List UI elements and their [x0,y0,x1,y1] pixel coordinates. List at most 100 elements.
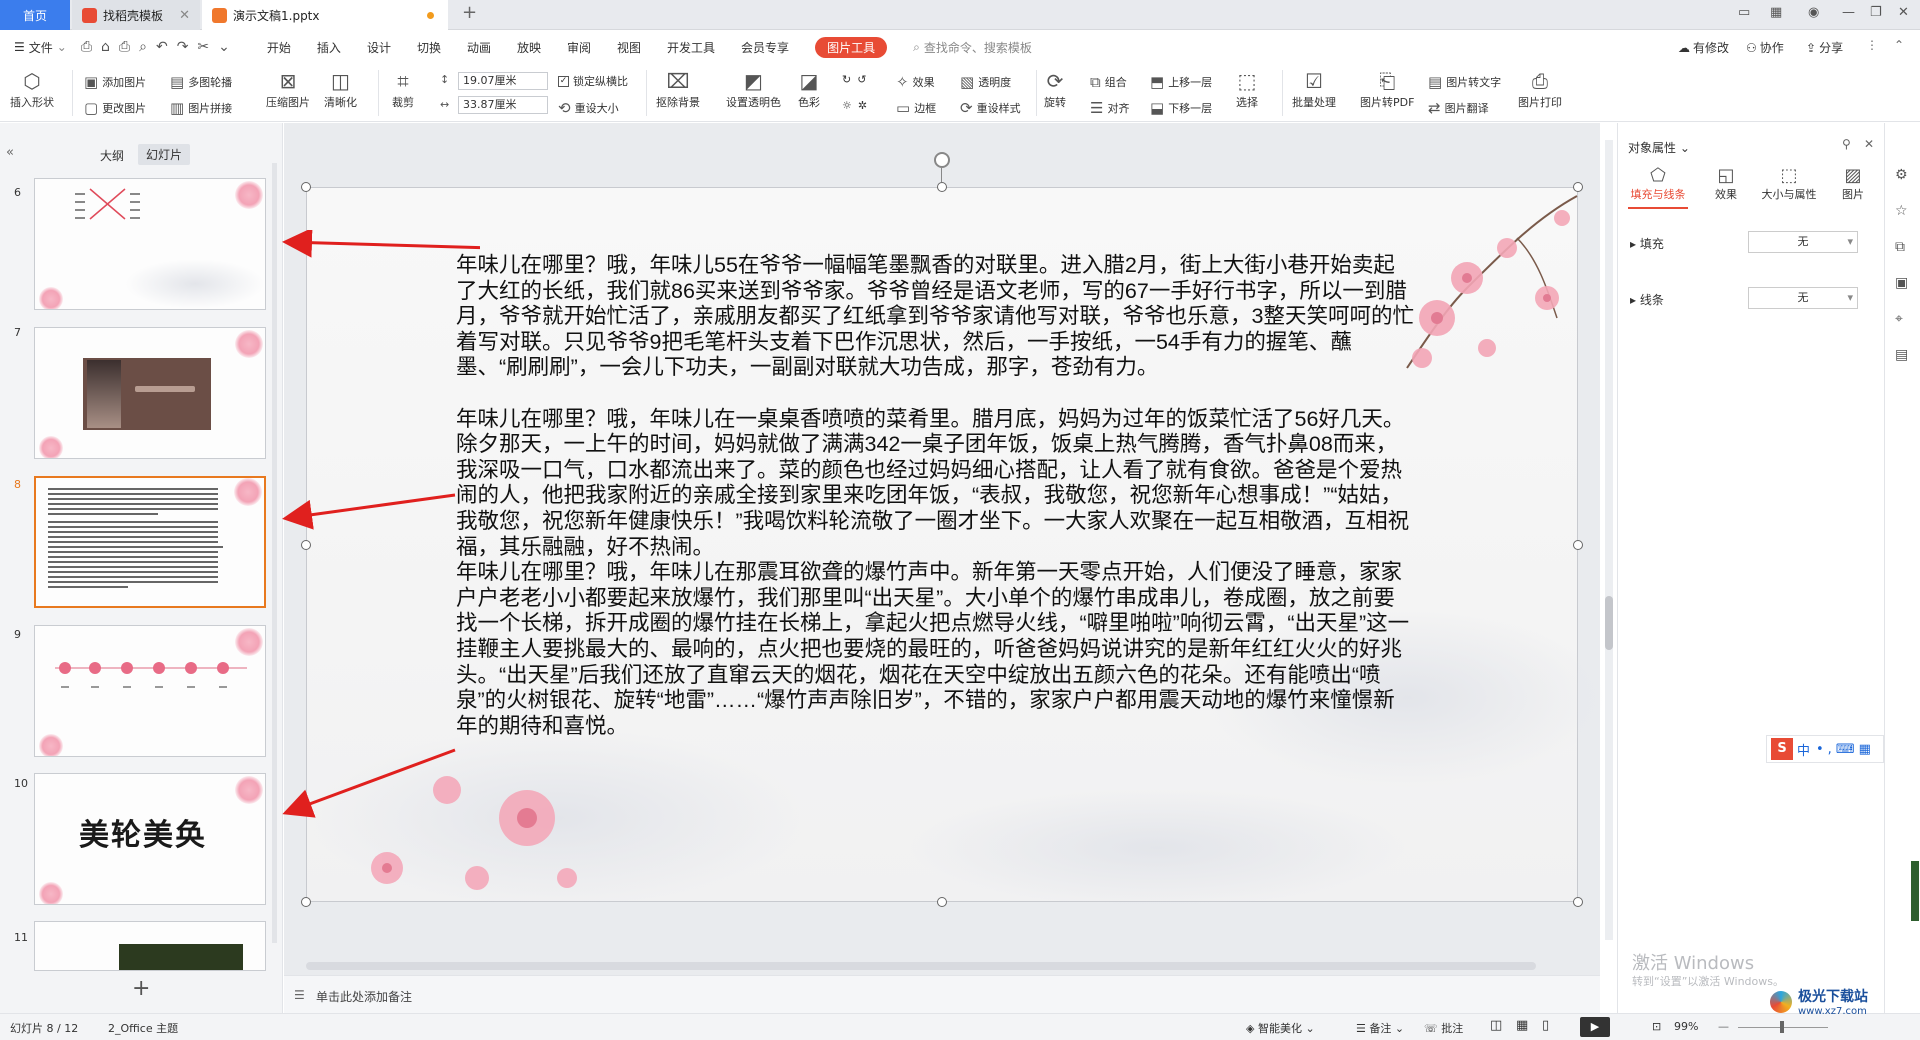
command-search[interactable]: ⌕ 查找命令、搜索模板 [913,39,1032,56]
height-input[interactable]: 33.87厘米 [458,96,548,114]
tab-slides[interactable]: 幻灯片 [138,144,191,165]
resize-handle-left[interactable] [301,540,311,550]
sorter-view-icon[interactable]: ▦ [1516,1018,1528,1033]
slide-thumbnail-9[interactable] [34,625,266,757]
send-backward-button[interactable]: ⬓ 下移一层 [1150,99,1212,117]
slide-thumbnail-8-selected[interactable] [34,476,266,608]
multi-outline-button[interactable]: ▤ 多图轮播 [170,73,232,91]
rotate-handle-icon[interactable] [934,152,950,168]
slide-thumbnail-11[interactable] [34,921,266,971]
menu-insert[interactable]: 插入 [317,39,341,56]
horizontal-scrollbar[interactable] [306,962,1536,970]
batch-button[interactable]: ☑ 批量处理 [1292,68,1336,110]
close-tab-icon[interactable]: ✕ [179,8,190,23]
zoom-out-icon[interactable]: — [1718,1020,1729,1033]
modified-status[interactable]: ☁ 有修改 [1678,39,1729,56]
add-slide-icon[interactable]: + [132,976,150,1001]
pane-title[interactable]: 对象属性 ⌄ [1628,139,1690,156]
menu-design[interactable]: 设计 [367,39,391,56]
to-pdf-button[interactable]: ⎗ 图片转PDF [1360,68,1414,110]
layout-icon[interactable]: ▭ [1738,5,1750,20]
location-icon[interactable]: ⌖ [1895,311,1903,327]
collapse-panel-icon[interactable]: « [6,145,14,160]
close-window-icon[interactable]: ✕ [1898,5,1909,20]
maximize-icon[interactable]: ❐ [1870,5,1882,20]
star-icon[interactable]: ☆ [1895,203,1908,219]
vertical-scrollbar-track[interactable] [1605,140,1613,940]
transparency-button[interactable]: ▧ 透明度 [960,73,1011,91]
print-button[interactable]: ⎙ 图片打印 [1518,68,1562,110]
border-button[interactable]: ▭ 边框 [896,99,936,117]
notes-area[interactable]: ☰ 单击此处添加备注 [284,975,1600,1013]
new-tab-icon[interactable]: + [462,2,477,23]
resize-handle-top-right[interactable] [1573,182,1583,192]
tab-effects[interactable]: ◱ 效果 [1696,165,1756,202]
rotate-adjust-icons[interactable]: ↻↺ [842,73,872,86]
slide-body-text[interactable]: 年味儿在哪里？哦，年味儿55在爷爷一幅幅笔墨飘香的对联里。进入腊2月，街上大街小… [456,253,1416,739]
notes-button[interactable]: ☰ 备注 ⌄ [1356,1020,1404,1036]
book-icon[interactable]: ▤ [1895,347,1908,363]
properties-icon[interactable]: ⚙ [1895,167,1908,183]
theme-name[interactable]: 2_Office 主题 [108,1020,178,1036]
align-button[interactable]: ☰ 对齐 [1090,99,1129,117]
zoom-level[interactable]: 99% [1674,1020,1698,1033]
play-icon[interactable]: ▶ [1580,1017,1610,1037]
menu-review[interactable]: 审阅 [567,39,591,56]
bring-forward-button[interactable]: ⬒ 上移一层 [1150,73,1212,91]
resize-handle-right[interactable] [1573,540,1583,550]
menu-picture-tools[interactable]: 图片工具 [815,36,888,58]
avatar-icon[interactable]: ◉ [1808,5,1819,20]
menu-animation[interactable]: 动画 [467,39,491,56]
brightness-icons[interactable]: ☼✲ [842,99,873,112]
menu-transitions[interactable]: 切换 [417,39,441,56]
collaborate-button[interactable]: ⚇ 协作 [1746,39,1784,56]
slide-thumbnail-10[interactable]: 美轮美奂 [34,773,266,905]
menu-member[interactable]: 会员专享 [741,39,789,56]
quick-access-toolbar[interactable]: ⎙⌂⎙⌕↶↷✂⌄ [81,39,239,55]
menu-home[interactable]: 开始 [267,39,291,56]
remove-bg-button[interactable]: ⌧ 抠除背景 [656,68,700,110]
width-input[interactable]: 19.07厘米 [458,72,548,90]
resize-handle-bottom[interactable] [937,897,947,907]
file-menu[interactable]: ☰ 文件 ⌄ [14,39,67,56]
reading-view-icon[interactable]: ▯ [1542,1018,1549,1033]
lock-ratio-checkbox[interactable]: ✓ 锁定纵横比 [558,73,628,89]
color-button[interactable]: ◪ 色彩 [798,68,820,110]
tab-size-properties[interactable]: ⬚ 大小与属性 [1754,165,1824,202]
set-transparent-button[interactable]: ◩ 设置透明色 [726,68,781,110]
slide-thumbnail-6[interactable] [34,178,266,310]
crop-button[interactable]: ⌗ 裁剪 [392,68,414,110]
picture-collage-button[interactable]: ▥ 图片拼接 [170,99,232,117]
minimize-icon[interactable]: — [1842,5,1855,20]
vertical-scrollbar-thumb[interactable] [1605,596,1613,650]
pin-icon[interactable]: ⚲ [1842,137,1851,151]
fill-section[interactable]: ▸ 填充 [1630,235,1664,252]
fill-select[interactable]: 无 ▾ [1748,231,1858,253]
insert-shape-button[interactable]: ⬡ 插入形状 [10,68,54,110]
resize-handle-top[interactable] [937,182,947,192]
image-icon[interactable]: ▣ [1895,275,1908,291]
resize-handle-bottom-left[interactable] [301,897,311,907]
comments-button[interactable]: ☏ 批注 [1424,1020,1463,1036]
thumbnail-scrollbar[interactable] [272,163,277,943]
normal-view-icon[interactable]: ◫ [1490,1018,1502,1033]
compress-button[interactable]: ⊠ 压缩图片 [266,68,310,110]
resize-handle-bottom-right[interactable] [1573,897,1583,907]
line-select[interactable]: 无 ▾ [1748,287,1858,309]
tab-home[interactable]: 首页 [0,0,70,30]
copy-icon[interactable]: ⧉ [1895,239,1905,255]
menu-slideshow[interactable]: 放映 [517,39,541,56]
close-pane-icon[interactable]: ✕ [1864,137,1874,151]
tab-outline[interactable]: 大纲 [100,147,124,164]
tab-picture[interactable]: ▨ 图片 [1828,165,1878,202]
effects-button[interactable]: ✧ 效果 [896,73,935,91]
menu-developer[interactable]: 开发工具 [667,39,715,56]
translate-button[interactable]: ⇄ 图片翻译 [1428,99,1489,117]
reset-style-button[interactable]: ⟳ 重设样式 [960,99,1021,117]
menu-view[interactable]: 视图 [617,39,641,56]
tab-fill-line[interactable]: ⬠ 填充与线条 [1628,165,1688,202]
to-text-button[interactable]: ▤ 图片转文字 [1428,73,1501,91]
collapse-ribbon-icon[interactable]: ⌃ [1894,38,1904,52]
change-picture-button[interactable]: ▢ 更改图片 [84,99,146,117]
add-picture-button[interactable]: ▣ 添加图片 [84,73,146,91]
